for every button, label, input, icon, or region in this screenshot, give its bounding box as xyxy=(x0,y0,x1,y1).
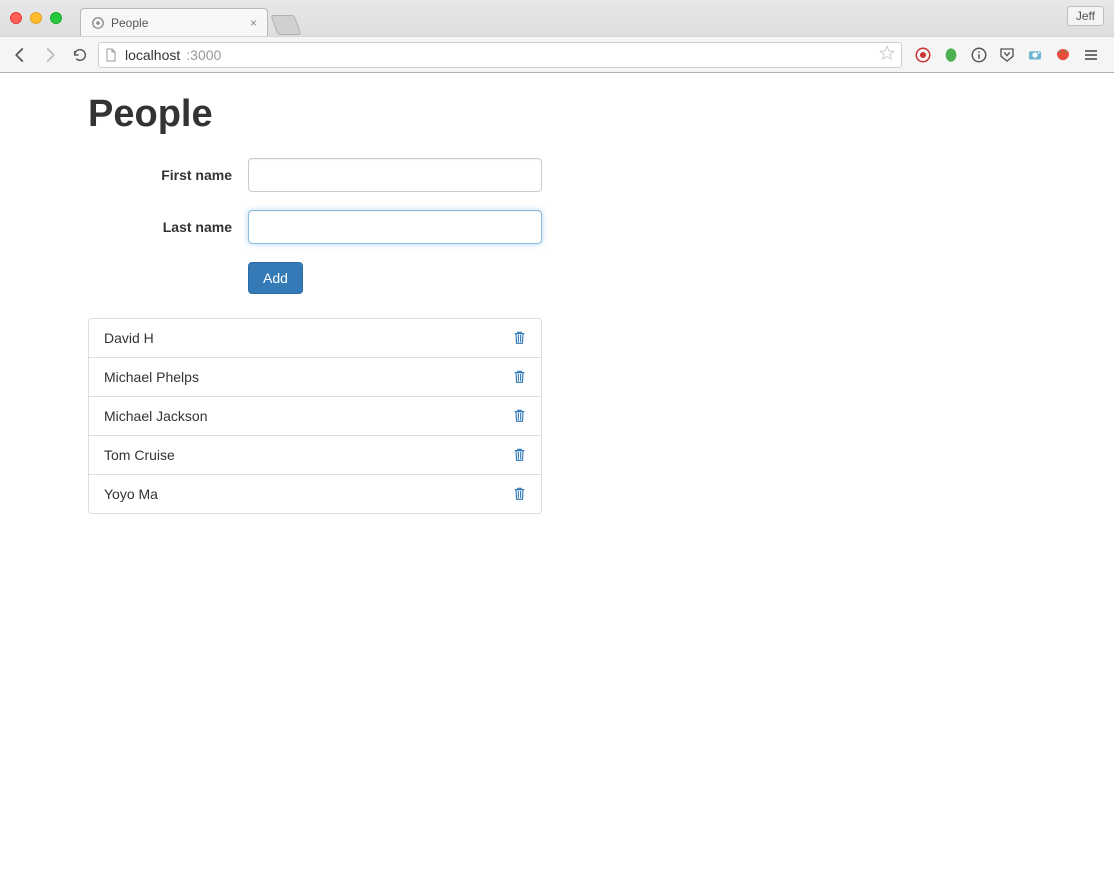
hamburger-menu-icon[interactable] xyxy=(1082,46,1100,64)
person-name: Yoyo Ma xyxy=(104,486,158,502)
browser-tab[interactable]: People × xyxy=(80,8,268,36)
tab-title: People xyxy=(111,16,148,30)
last-name-row: Last name xyxy=(88,210,1114,244)
extension-icon-3[interactable] xyxy=(970,46,988,64)
last-name-label: Last name xyxy=(88,219,248,235)
bookmark-star-icon[interactable] xyxy=(879,45,895,64)
last-name-input[interactable] xyxy=(248,210,542,244)
first-name-label: First name xyxy=(88,167,248,183)
extension-icon-1[interactable] xyxy=(914,46,932,64)
first-name-row: First name xyxy=(88,158,1114,192)
url-port: :3000 xyxy=(186,47,221,63)
extension-icons xyxy=(908,46,1106,64)
browser-titlebar: People × Jeff xyxy=(0,0,1114,36)
browser-chrome: People × Jeff localhost :3000 xyxy=(0,0,1114,73)
person-name: Michael Phelps xyxy=(104,369,199,385)
trash-icon[interactable] xyxy=(513,448,526,462)
page-icon xyxy=(105,48,119,62)
trash-icon[interactable] xyxy=(513,409,526,423)
minimize-window-button[interactable] xyxy=(30,12,42,24)
extension-icon-6[interactable] xyxy=(1054,46,1072,64)
list-item: Yoyo Ma xyxy=(89,475,541,513)
button-row: Add xyxy=(88,262,1114,294)
list-item: Michael Jackson xyxy=(89,397,541,436)
favicon-icon xyxy=(91,16,105,30)
page-content: People First name Last name Add David H … xyxy=(0,73,1114,514)
add-button[interactable]: Add xyxy=(248,262,303,294)
back-button[interactable] xyxy=(8,43,32,67)
traffic-lights xyxy=(0,12,62,24)
trash-icon[interactable] xyxy=(513,331,526,345)
people-list: David H Michael Phelps Michael Jackson T… xyxy=(88,318,542,514)
trash-icon[interactable] xyxy=(513,370,526,384)
person-name: Tom Cruise xyxy=(104,447,175,463)
list-item: David H xyxy=(89,319,541,358)
first-name-input[interactable] xyxy=(248,158,542,192)
extension-icon-5[interactable] xyxy=(1026,46,1044,64)
reload-button[interactable] xyxy=(68,43,92,67)
new-tab-button[interactable] xyxy=(270,15,301,35)
forward-button[interactable] xyxy=(38,43,62,67)
page-title: People xyxy=(88,93,1114,136)
person-name: David H xyxy=(104,330,154,346)
trash-icon[interactable] xyxy=(513,487,526,501)
list-item: Tom Cruise xyxy=(89,436,541,475)
extension-icon-2[interactable] xyxy=(942,46,960,64)
browser-toolbar: localhost :3000 xyxy=(0,36,1114,72)
close-tab-icon[interactable]: × xyxy=(250,16,257,30)
address-bar[interactable]: localhost :3000 xyxy=(98,42,902,68)
maximize-window-button[interactable] xyxy=(50,12,62,24)
url-host: localhost xyxy=(125,47,180,63)
close-window-button[interactable] xyxy=(10,12,22,24)
extension-icon-4[interactable] xyxy=(998,46,1016,64)
profile-badge[interactable]: Jeff xyxy=(1067,6,1104,26)
list-item: Michael Phelps xyxy=(89,358,541,397)
person-name: Michael Jackson xyxy=(104,408,208,424)
tab-strip: People × xyxy=(80,0,298,36)
